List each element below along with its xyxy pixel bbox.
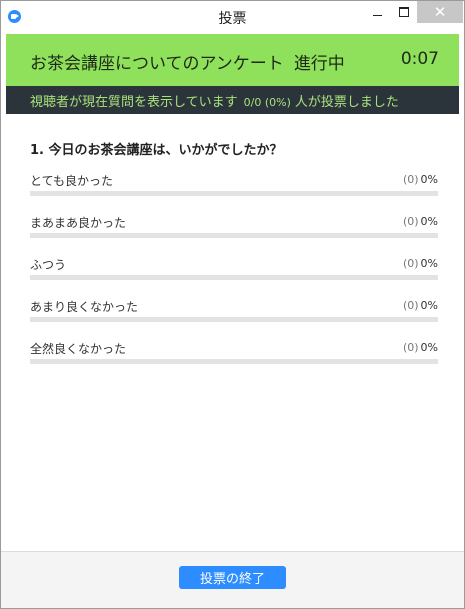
answer-count: (0): [402, 173, 419, 186]
minimize-button[interactable]: [363, 1, 391, 23]
answer-result: (0) 0%: [403, 173, 438, 186]
answer-label: まあまあ良かった: [30, 216, 127, 230]
poll-title: お茶会講座についてのアンケート 進行中: [30, 49, 345, 74]
maximize-icon: [399, 7, 409, 17]
answer-count: (0): [402, 257, 419, 270]
end-poll-button[interactable]: 投票の終了: [179, 566, 286, 589]
answer-result: (0) 0%: [403, 299, 438, 312]
answer-count: (0): [402, 299, 419, 312]
poll-results: 1. 今日のお茶会講座は、いかがでしたか？ とても良かった (0) 0% まあまあ…: [6, 114, 459, 551]
answer-result: (0) 0%: [403, 341, 438, 354]
result-bar: [30, 275, 438, 280]
answer-label: ふつう: [30, 258, 67, 272]
poll-timer: 0:07: [400, 49, 439, 69]
answer-option: とても良かった (0) 0%: [30, 172, 438, 196]
result-bar: [30, 233, 438, 238]
result-bar: [30, 191, 438, 196]
question-text: 1. 今日のお茶会講座は、いかがでしたか？: [30, 143, 283, 158]
poll-window: 投票 ✕ お茶会講座についてのアンケート 進行中 0:07 視聴者が現在質問を表示…: [0, 0, 465, 609]
answer-label: あまり良くなかった: [30, 300, 139, 314]
poll-state: 進行中: [293, 54, 345, 74]
status-prefix: 視聴者が現在質問を表示しています: [30, 95, 238, 110]
answer-result: (0) 0%: [403, 257, 438, 270]
vote-count: 0/0 (0%): [243, 96, 291, 109]
answer-count: (0): [402, 341, 419, 354]
answer-count: (0): [402, 215, 419, 228]
maximize-button[interactable]: [390, 1, 418, 23]
answer-option: 全然良くなかった (0) 0%: [30, 340, 438, 364]
answer-option: まあまあ良かった (0) 0%: [30, 214, 438, 238]
close-icon: ✕: [433, 2, 447, 21]
title-bar[interactable]: 投票 ✕: [1, 1, 464, 31]
answer-percent: 0%: [420, 173, 438, 186]
vote-status-text: 視聴者が現在質問を表示しています 0/0 (0%) 人が投票しました: [30, 91, 399, 110]
answer-result: (0) 0%: [403, 215, 438, 228]
answer-percent: 0%: [420, 341, 438, 354]
poll-title-text: お茶会講座についてのアンケート: [30, 54, 284, 74]
answer-percent: 0%: [420, 215, 438, 228]
vote-status-bar: 視聴者が現在質問を表示しています 0/0 (0%) 人が投票しました: [6, 86, 459, 114]
status-suffix: 人が投票しました: [294, 95, 399, 110]
answer-percent: 0%: [420, 299, 438, 312]
answer-percent: 0%: [420, 257, 438, 270]
result-bar: [30, 359, 438, 364]
close-button[interactable]: ✕: [417, 1, 463, 23]
answer-option: あまり良くなかった (0) 0%: [30, 298, 438, 322]
answer-option: ふつう (0) 0%: [30, 256, 438, 280]
answer-label: 全然良くなかった: [30, 342, 127, 356]
result-bar: [30, 317, 438, 322]
answer-label: とても良かった: [30, 174, 114, 188]
minimize-icon: [372, 14, 382, 16]
poll-header: お茶会講座についてのアンケート 進行中 0:07: [6, 34, 459, 86]
poll-footer: 投票の終了: [1, 551, 464, 608]
